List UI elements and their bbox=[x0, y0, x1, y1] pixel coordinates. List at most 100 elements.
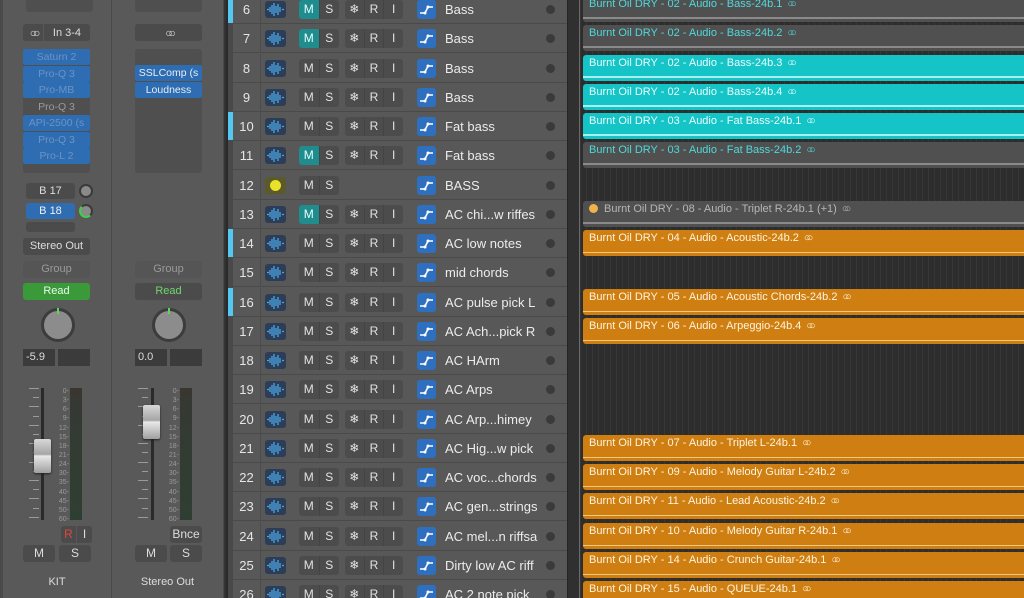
track-name[interactable]: Bass bbox=[445, 0, 474, 24]
record-enable-button[interactable]: R bbox=[364, 29, 384, 48]
track-name[interactable]: AC Hig...w pick bbox=[445, 434, 533, 463]
solo-button[interactable]: S bbox=[320, 585, 340, 598]
track-status-dot[interactable] bbox=[546, 502, 555, 511]
audio-waveform-icon[interactable] bbox=[265, 323, 286, 340]
track-name[interactable]: AC 2 note pick bbox=[445, 580, 530, 598]
track-row[interactable]: 6MS❄RIBass bbox=[228, 0, 567, 24]
track-row[interactable]: 8MS❄RIBass bbox=[228, 54, 567, 83]
freeze-snowflake-icon[interactable]: ❄ bbox=[345, 205, 364, 224]
track-status-dot[interactable] bbox=[546, 415, 555, 424]
record-enable-button[interactable]: R bbox=[364, 59, 384, 78]
track-status-dot[interactable] bbox=[546, 385, 555, 394]
audio-waveform-icon[interactable] bbox=[265, 498, 286, 515]
track-status-dot[interactable] bbox=[546, 181, 555, 190]
freeze-snowflake-icon[interactable]: ❄ bbox=[345, 29, 364, 48]
mute-button[interactable]: M bbox=[299, 585, 320, 598]
input-monitor-button[interactable]: I bbox=[383, 468, 403, 487]
solo-button[interactable]: S bbox=[320, 293, 340, 312]
automation-curve-icon[interactable] bbox=[417, 322, 436, 341]
plugin-slot[interactable]: Saturn 2 bbox=[23, 49, 90, 65]
record-enable-button[interactable]: R bbox=[364, 263, 384, 282]
input-slot[interactable]: In 3-4 bbox=[44, 24, 90, 41]
record-enable-button[interactable]: R bbox=[364, 322, 384, 341]
automation-curve-icon[interactable] bbox=[417, 0, 436, 19]
audio-waveform-icon[interactable] bbox=[265, 381, 286, 398]
bounce-button[interactable]: Bnce bbox=[170, 526, 202, 543]
track-name[interactable]: AC mel...n riffsa bbox=[445, 522, 537, 551]
track-status-dot[interactable] bbox=[546, 444, 555, 453]
input-monitor-button[interactable]: I bbox=[383, 234, 403, 253]
arrange-area[interactable]: Burnt Oil DRY - 02 - Audio - Bass-24b.1○… bbox=[580, 0, 1024, 598]
group-slot[interactable]: Group bbox=[135, 261, 202, 278]
eq-slot[interactable] bbox=[135, 0, 202, 12]
track-status-dot[interactable] bbox=[546, 532, 555, 541]
solo-button[interactable]: S bbox=[320, 59, 340, 78]
audio-region[interactable]: Burnt Oil DRY - 03 - Audio - Fat Bass-24… bbox=[583, 113, 1024, 139]
input-monitor-button[interactable]: I bbox=[77, 526, 92, 543]
input-monitor-button[interactable]: I bbox=[383, 117, 403, 136]
pan-knob[interactable] bbox=[41, 308, 75, 342]
solo-button[interactable]: S bbox=[59, 545, 91, 562]
track-status-dot[interactable] bbox=[546, 327, 555, 336]
input-monitor-button[interactable]: I bbox=[383, 146, 403, 165]
record-enable-button[interactable]: R bbox=[364, 0, 384, 19]
input-monitor-button[interactable]: I bbox=[383, 439, 403, 458]
record-enable-button[interactable]: R bbox=[364, 410, 384, 429]
freeze-snowflake-icon[interactable]: ❄ bbox=[345, 497, 364, 516]
plugin-slot[interactable]: API-2500 (s bbox=[23, 115, 90, 131]
send-slot-b18[interactable]: B 18 bbox=[26, 203, 75, 219]
record-enable-button[interactable]: R bbox=[61, 526, 76, 543]
solo-button[interactable]: S bbox=[320, 527, 340, 546]
input-monitor-button[interactable]: I bbox=[383, 205, 403, 224]
track-name[interactable]: AC voc...chords bbox=[445, 463, 537, 492]
record-enable-button[interactable]: R bbox=[364, 293, 384, 312]
solo-button[interactable]: S bbox=[320, 468, 340, 487]
track-row[interactable]: 21MS❄RIAC Hig...w pick bbox=[228, 434, 567, 463]
audio-waveform-icon[interactable] bbox=[265, 89, 286, 106]
track-status-dot[interactable] bbox=[546, 356, 555, 365]
mute-button[interactable]: M bbox=[299, 117, 320, 136]
automation-curve-icon[interactable] bbox=[417, 585, 436, 598]
solo-button[interactable]: S bbox=[320, 0, 340, 19]
freeze-snowflake-icon[interactable]: ❄ bbox=[345, 527, 364, 546]
mute-button[interactable]: M bbox=[299, 468, 320, 487]
track-row[interactable]: 19MS❄RIAC Arps bbox=[228, 375, 567, 404]
solo-button[interactable]: S bbox=[320, 322, 340, 341]
input-monitor-button[interactable]: I bbox=[383, 293, 403, 312]
plugin-slot[interactable]: Pro-Q 3 bbox=[23, 66, 90, 82]
track-row[interactable]: 17MS❄RIAC Ach...pick R bbox=[228, 317, 567, 346]
automation-curve-icon[interactable] bbox=[417, 59, 436, 78]
channel-name[interactable]: Stereo Out bbox=[112, 576, 223, 588]
automation-curve-icon[interactable] bbox=[417, 29, 436, 48]
mute-button[interactable]: M bbox=[299, 263, 320, 282]
track-status-dot[interactable] bbox=[546, 473, 555, 482]
record-enable-button[interactable]: R bbox=[364, 527, 384, 546]
audio-waveform-icon[interactable] bbox=[265, 118, 286, 135]
send-slot-b17[interactable]: B 17 bbox=[26, 183, 75, 199]
audio-waveform-icon[interactable] bbox=[265, 235, 286, 252]
solo-button[interactable]: S bbox=[320, 439, 340, 458]
track-name[interactable]: AC pulse pick L bbox=[445, 288, 535, 317]
mute-button[interactable]: M bbox=[23, 545, 55, 562]
audio-waveform-icon[interactable] bbox=[265, 206, 286, 223]
track-name[interactable]: AC Arp...himey bbox=[445, 405, 532, 434]
solo-button[interactable]: S bbox=[320, 29, 340, 48]
track-row[interactable]: 26MS❄RIAC 2 note pick bbox=[228, 580, 567, 598]
audio-region[interactable]: Burnt Oil DRY - 10 - Audio - Melody Guit… bbox=[583, 523, 1024, 549]
aux-track-icon[interactable] bbox=[265, 177, 286, 194]
freeze-snowflake-icon[interactable]: ❄ bbox=[345, 380, 364, 399]
mute-button[interactable]: M bbox=[299, 322, 320, 341]
group-slot[interactable]: Group bbox=[23, 261, 90, 278]
track-status-dot[interactable] bbox=[546, 210, 555, 219]
track-row[interactable]: 11MS❄RIFat bass bbox=[228, 141, 567, 170]
track-row[interactable]: 13MS❄RIAC chi...w riffes bbox=[228, 200, 567, 229]
track-name[interactable]: Fat bass bbox=[445, 112, 495, 141]
input-monitor-button[interactable]: I bbox=[383, 88, 403, 107]
track-row[interactable]: 18MS❄RIAC HArm bbox=[228, 346, 567, 375]
stereo-link-button[interactable]: ○○ bbox=[23, 24, 43, 41]
automation-mode-read[interactable]: Read bbox=[23, 283, 90, 300]
audio-waveform-icon[interactable] bbox=[265, 469, 286, 486]
automation-curve-icon[interactable] bbox=[417, 117, 436, 136]
track-status-dot[interactable] bbox=[546, 122, 555, 131]
solo-button[interactable]: S bbox=[320, 410, 340, 429]
